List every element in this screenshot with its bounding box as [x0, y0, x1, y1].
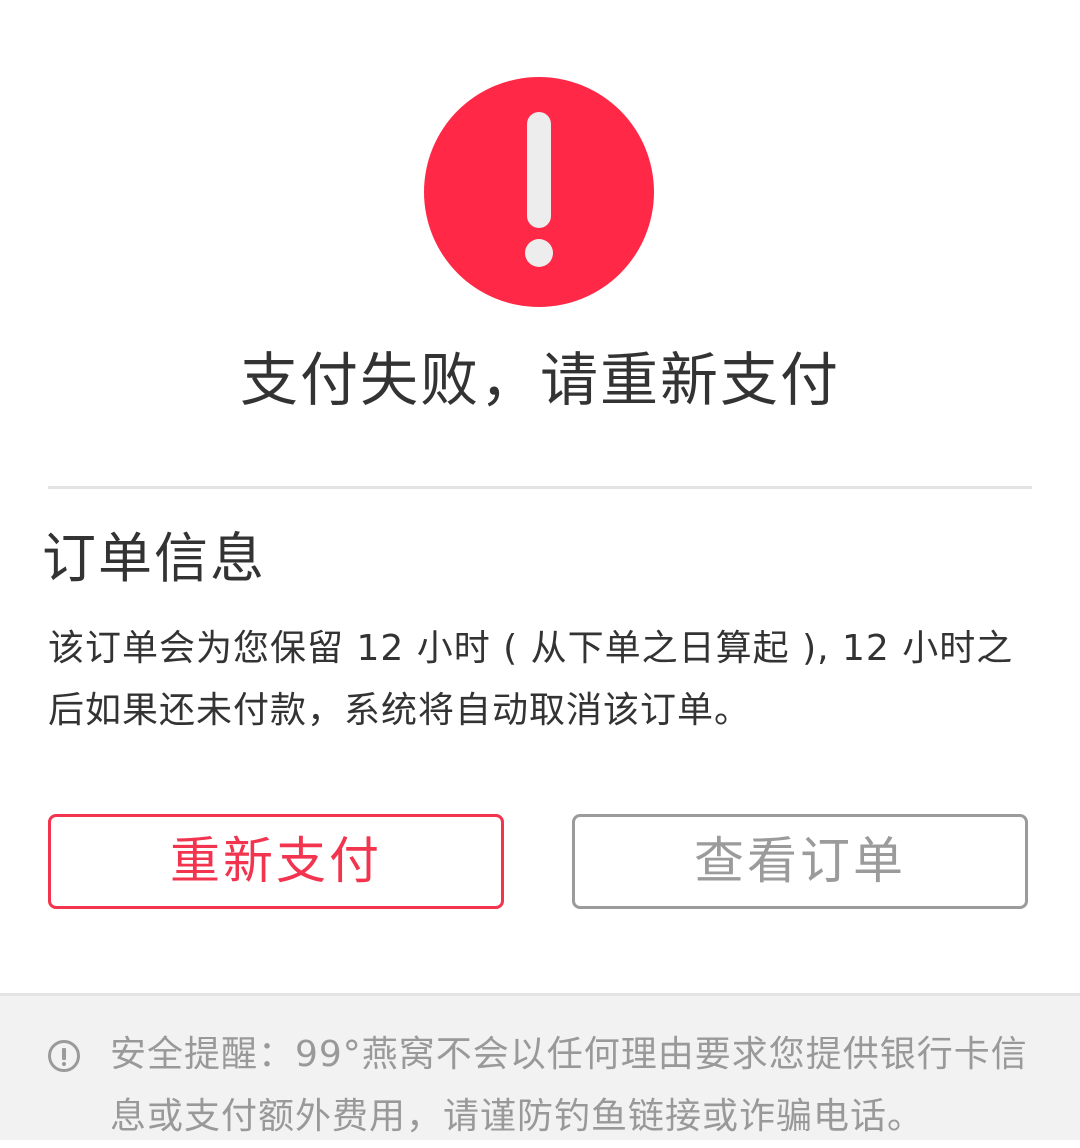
- payment-failed-icon: [424, 77, 654, 307]
- payment-failed-title: 支付失败，请重新支付: [239, 346, 840, 414]
- exclamation-bar: [527, 112, 551, 228]
- order-info-title: 订单信息: [42, 527, 266, 590]
- security-notice: 安全提醒：99°燕窝不会以任何理由要求您提供银行卡信息或支付额外费用，请谨防钓鱼…: [0, 993, 1080, 1140]
- exclamation-dot: [525, 239, 553, 267]
- view-order-button[interactable]: 查看订单: [572, 814, 1028, 909]
- repay-button[interactable]: 重新支付: [48, 814, 504, 909]
- security-notice-text: 安全提醒：99°燕窝不会以任何理由要求您提供银行卡信息或支付额外费用，请谨防钓鱼…: [110, 1034, 1028, 1137]
- divider: [48, 486, 1032, 489]
- info-circle-icon: [48, 1040, 80, 1072]
- order-info-description: 该订单会为您保留 12 小时 ( 从下单之日算起 ), 12 小时之后如果还未付…: [48, 628, 1014, 731]
